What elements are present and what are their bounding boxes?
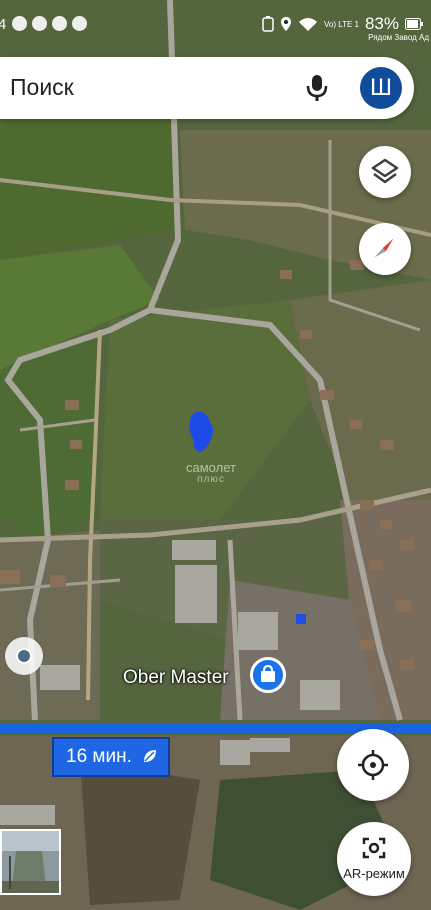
- watermark: самолет плюс: [186, 460, 236, 485]
- notification-icons: [12, 16, 87, 31]
- ar-camera-icon: [362, 837, 386, 859]
- ar-mode-button[interactable]: AR-режим: [337, 822, 411, 896]
- battery-icon: [405, 18, 423, 30]
- network-label: Vo) LTE 1: [323, 19, 359, 29]
- place-marker-dot: [16, 648, 32, 664]
- search-bar[interactable]: Поиск Ш: [0, 57, 414, 119]
- wifi-icon: [298, 18, 317, 31]
- notification-icon: [32, 16, 47, 31]
- street-view-image: [2, 831, 59, 893]
- eta-label: 16 мин.: [66, 746, 132, 767]
- layers-button[interactable]: [359, 146, 411, 198]
- leaf-icon: [143, 750, 156, 762]
- status-indicators: Vo) LTE 1 83%: [262, 14, 423, 34]
- status-bar: 4 Vo) LTE 1 83% Рядом Завод Ад: [0, 0, 431, 48]
- my-location-button[interactable]: [337, 729, 409, 801]
- status-sub-text: Рядом Завод Ад: [368, 33, 429, 42]
- poi-label[interactable]: Ober Master: [123, 667, 229, 689]
- notification-icon: [72, 16, 87, 31]
- poi-pin[interactable]: [250, 657, 286, 693]
- mic-icon[interactable]: [304, 73, 330, 103]
- compass-icon: [375, 239, 393, 257]
- status-time: 4: [0, 16, 7, 33]
- avatar[interactable]: Ш: [360, 67, 402, 109]
- layers-icon: [371, 158, 399, 184]
- my-location-icon: [358, 750, 388, 780]
- place-marker[interactable]: [5, 637, 43, 675]
- street-view-thumbnail[interactable]: [0, 829, 61, 895]
- battery-saver-icon: [262, 16, 274, 32]
- location-icon: [280, 17, 291, 31]
- notification-icon: [12, 16, 27, 31]
- shopping-bag-icon: [261, 664, 275, 682]
- ar-mode-label: AR-режим: [343, 866, 405, 881]
- notification-icon: [52, 16, 67, 31]
- search-input[interactable]: Поиск: [10, 74, 74, 101]
- compass-button[interactable]: [359, 223, 411, 275]
- eta-badge[interactable]: 16 мин.: [52, 737, 170, 777]
- battery-percent: 83%: [364, 14, 399, 33]
